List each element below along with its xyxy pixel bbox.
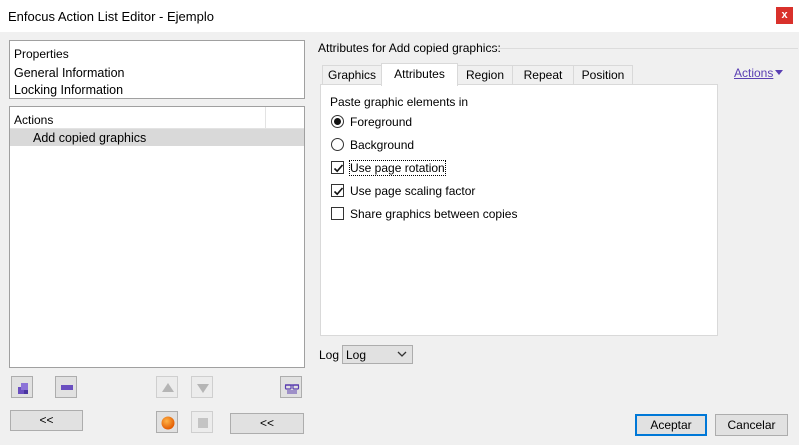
- tab-position[interactable]: Position: [573, 65, 633, 85]
- close-button[interactable]: x: [776, 7, 793, 24]
- title-bar: Enfocus Action List Editor - Ejemplo x: [0, 0, 799, 32]
- actions-list-header[interactable]: Actions: [14, 113, 53, 127]
- tab-repeat[interactable]: Repeat: [512, 65, 574, 85]
- use-page-scaling-label: Use page scaling factor: [350, 184, 476, 198]
- share-graphics-label: Share graphics between copies: [350, 207, 518, 221]
- attributes-title: Attributes for Add copied graphics:: [318, 41, 501, 55]
- checkbox-control[interactable]: [331, 161, 344, 174]
- foreground-label: Foreground: [350, 115, 413, 129]
- log-select-value: Log: [346, 348, 367, 362]
- preview-button[interactable]: [280, 376, 302, 398]
- remove-action-button[interactable]: [55, 376, 77, 398]
- collapse-right-button[interactable]: <<: [230, 413, 304, 434]
- stop-button[interactable]: [191, 411, 213, 433]
- column-divider[interactable]: [265, 107, 266, 129]
- action-list-item[interactable]: Add copied graphics: [10, 129, 304, 146]
- move-up-icon: [162, 383, 174, 392]
- paste-legend: Paste graphic elements in: [330, 95, 469, 109]
- checkmark-icon: [333, 187, 344, 196]
- actions-list-header-row: Actions: [10, 107, 304, 129]
- collapse-left-button[interactable]: <<: [10, 410, 83, 431]
- group-divider: [488, 48, 798, 49]
- remove-action-icon: [61, 385, 73, 390]
- chevron-down-icon: [397, 351, 407, 357]
- checkbox-control[interactable]: [331, 184, 344, 197]
- checkbox-control[interactable]: [331, 207, 344, 220]
- log-select[interactable]: Log: [342, 345, 413, 364]
- action-list-item-label: Add copied graphics: [33, 131, 147, 145]
- radio-control[interactable]: [331, 115, 344, 128]
- properties-item-general-information[interactable]: General Information: [14, 66, 124, 80]
- actions-menu-label: Actions: [734, 66, 774, 80]
- caret-down-icon: [775, 70, 784, 75]
- tab-graphics[interactable]: Graphics: [322, 65, 382, 85]
- move-up-button[interactable]: [156, 376, 178, 398]
- use-page-rotation-label: Use page rotation: [349, 160, 446, 176]
- tab-attributes[interactable]: Attributes: [381, 63, 458, 86]
- properties-item-locking-information[interactable]: Locking Information: [14, 83, 123, 97]
- move-down-icon: [197, 384, 209, 393]
- log-label: Log: [319, 348, 340, 362]
- actions-menu-link[interactable]: Actions: [734, 66, 784, 80]
- checkmark-icon: [333, 164, 344, 173]
- attributes-tab-content: Paste graphic elements in Foreground Bac…: [320, 84, 718, 336]
- actions-list-panel: Actions Add copied graphics: [9, 106, 305, 368]
- preview-glasses-icon: [284, 384, 300, 394]
- radio-control[interactable]: [331, 138, 344, 151]
- properties-panel: Properties General Information Locking I…: [9, 40, 305, 99]
- window-title: Enfocus Action List Editor - Ejemplo: [8, 9, 214, 24]
- background-label: Background: [350, 138, 415, 152]
- cancel-button[interactable]: Cancelar: [715, 414, 788, 436]
- add-action-icon: [18, 383, 28, 394]
- ok-button[interactable]: Aceptar: [635, 414, 707, 436]
- add-action-button[interactable]: [11, 376, 33, 398]
- move-down-button[interactable]: [191, 376, 213, 398]
- record-icon: [161, 416, 175, 430]
- tab-region[interactable]: Region: [457, 65, 513, 85]
- record-button[interactable]: [156, 411, 178, 433]
- properties-header: Properties: [14, 47, 69, 61]
- stop-icon: [198, 418, 208, 428]
